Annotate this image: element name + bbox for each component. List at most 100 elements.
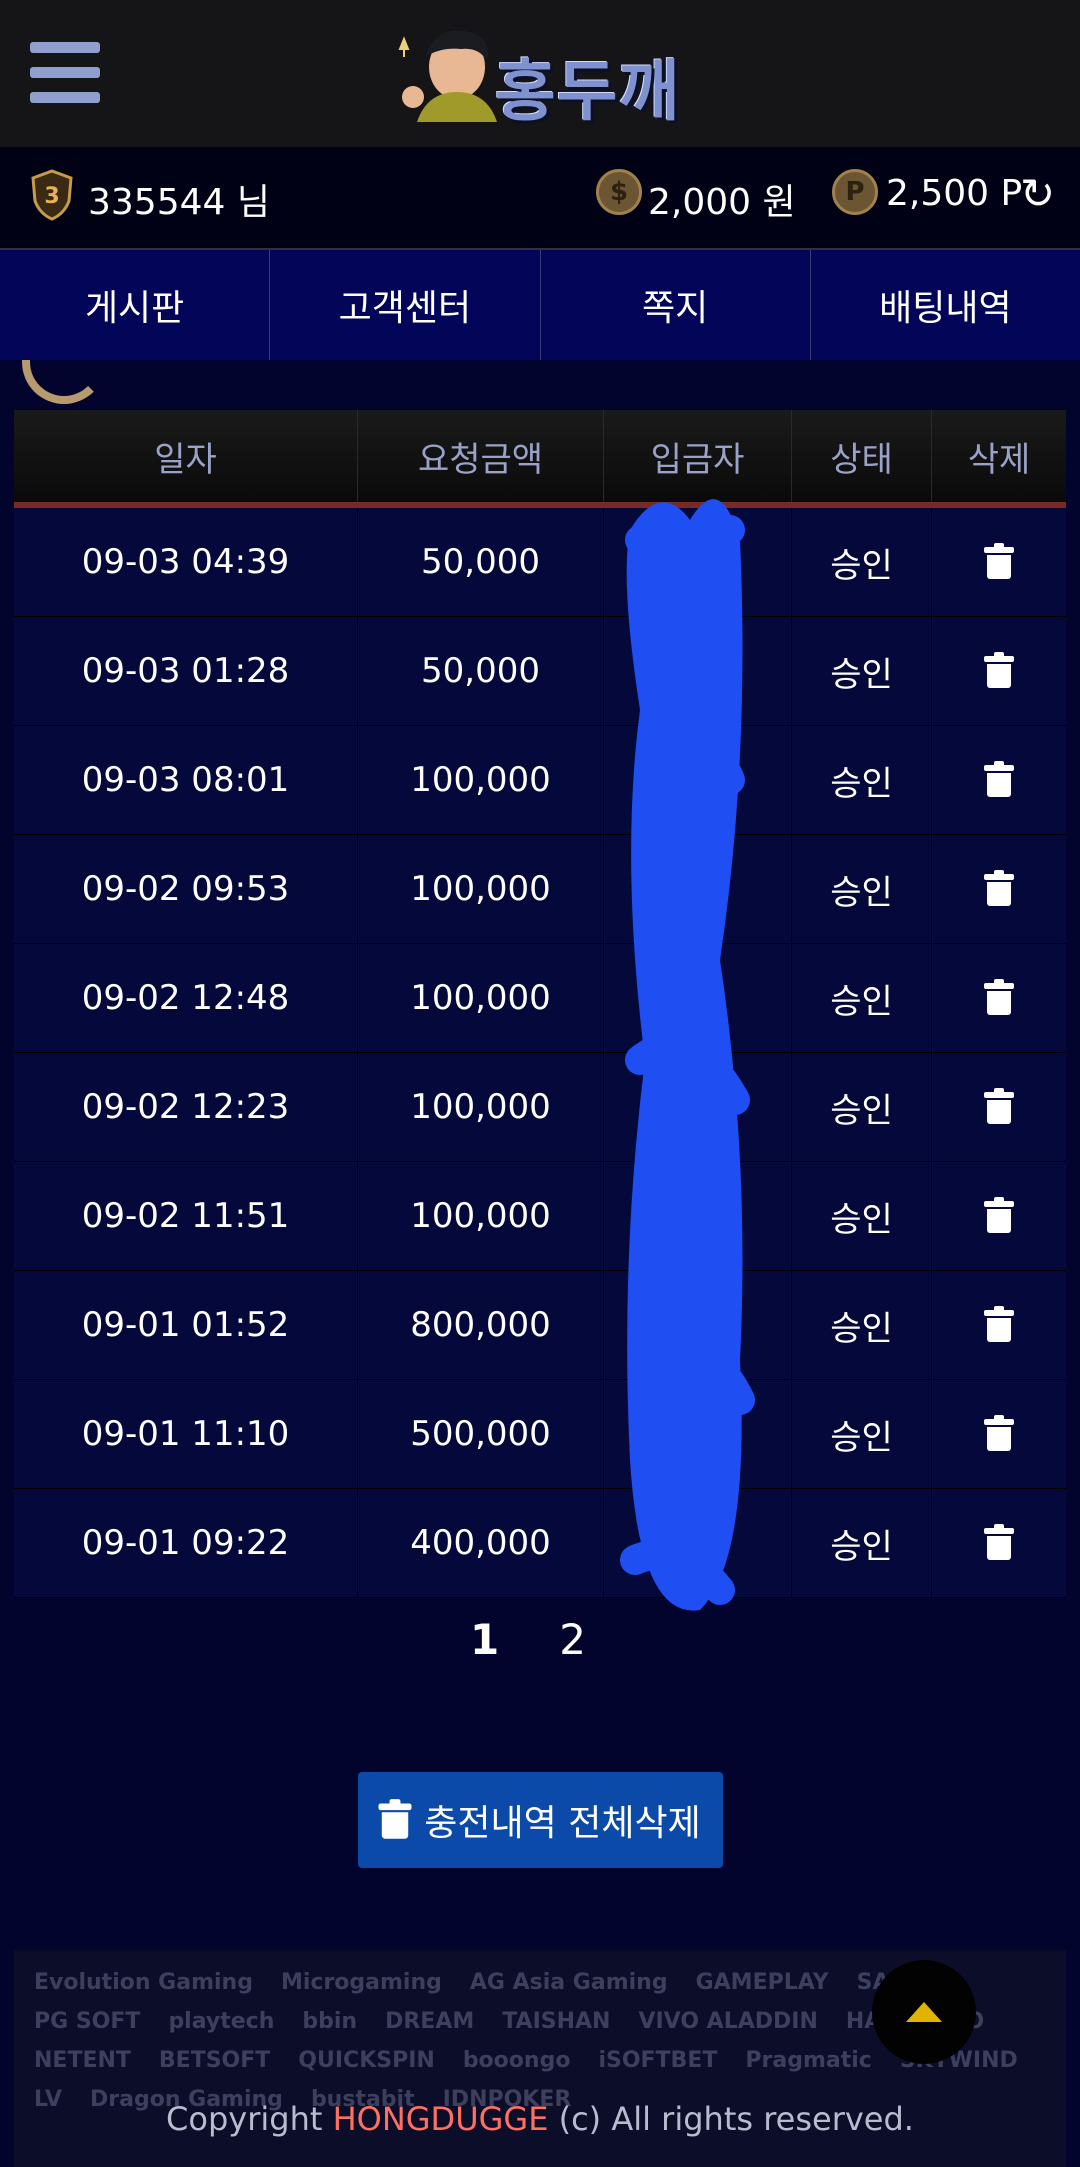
cell-status: 승인 <box>792 1053 932 1161</box>
menu-icon[interactable] <box>30 42 100 104</box>
nav-item-messages[interactable]: 쪽지 <box>541 250 811 360</box>
cell-depositor <box>604 1053 792 1161</box>
cell-date: 09-01 01:52 <box>14 1271 358 1379</box>
money-balance: 2,000 원 <box>648 182 796 223</box>
cell-amount: 100,000 <box>358 1162 604 1270</box>
column-header-date: 일자 <box>14 410 358 502</box>
cell-date: 09-01 11:10 <box>14 1380 358 1488</box>
provider-logo: VIVO ALADDIN <box>638 2009 818 2034</box>
delete-row-trash-icon[interactable] <box>984 1524 1014 1560</box>
delete-row-trash-icon[interactable] <box>984 761 1014 797</box>
provider-logo: iSOFTBET <box>598 2048 718 2073</box>
cell-amount: 100,000 <box>358 944 604 1052</box>
provider-logo: NETENT <box>34 2048 131 2073</box>
scroll-to-top-button[interactable] <box>872 1960 976 2064</box>
section-ring-icon <box>22 360 106 404</box>
point-balance: 2,500 P <box>886 173 1023 214</box>
cell-delete <box>932 1380 1066 1488</box>
table-row: 09-02 12:23 100,000 승인 <box>14 1053 1066 1162</box>
column-header-depositor: 입금자 <box>604 410 792 502</box>
top-header: 홍두깨 <box>0 0 1080 147</box>
provider-logo: bbin <box>302 2009 358 2034</box>
provider-logo: PG SOFT <box>34 2009 141 2034</box>
delete-row-trash-icon[interactable] <box>984 1415 1014 1451</box>
site-logo[interactable]: 홍두깨 <box>385 22 705 130</box>
cell-amount: 100,000 <box>358 1053 604 1161</box>
cell-status: 승인 <box>792 1162 932 1270</box>
provider-logo: QUICKSPIN <box>298 2048 435 2073</box>
cell-amount: 500,000 <box>358 1380 604 1488</box>
svg-text:3: 3 <box>44 184 59 209</box>
cell-status: 승인 <box>792 1489 932 1597</box>
cell-amount: 50,000 <box>358 617 604 725</box>
page-link-1[interactable]: 1 <box>470 1615 499 1664</box>
cell-depositor <box>604 944 792 1052</box>
logo-wordmark: 홍두깨 <box>495 53 681 130</box>
cell-depositor <box>604 726 792 834</box>
cell-status: 승인 <box>792 944 932 1052</box>
cell-delete <box>932 726 1066 834</box>
delete-row-trash-icon[interactable] <box>984 870 1014 906</box>
provider-logo: DREAM <box>385 2009 475 2034</box>
provider-logo: TAISHAN <box>502 2009 611 2034</box>
mascot-logo-icon <box>398 30 497 122</box>
copyright-brand: HONGDUGGE <box>332 2100 549 2138</box>
delete-row-trash-icon[interactable] <box>984 1306 1014 1342</box>
cell-delete <box>932 835 1066 943</box>
delete-row-trash-icon[interactable] <box>984 979 1014 1015</box>
cell-delete <box>932 944 1066 1052</box>
provider-logo: playtech <box>168 2009 275 2034</box>
provider-logo: Pragmatic <box>745 2048 872 2073</box>
table-row: 09-01 11:10 500,000 승인 <box>14 1380 1066 1489</box>
cell-depositor <box>604 617 792 725</box>
cell-delete <box>932 1162 1066 1270</box>
refresh-icon[interactable]: ↻ <box>1020 169 1055 218</box>
cell-depositor <box>604 508 792 616</box>
cell-depositor <box>604 1162 792 1270</box>
main-nav: 게시판 고객센터 쪽지 배팅내역 <box>0 250 1080 360</box>
nav-item-betting-history[interactable]: 배팅내역 <box>811 250 1080 360</box>
copyright: Copyright HONGDUGGE (c) All rights reser… <box>14 2100 1066 2138</box>
cell-status: 승인 <box>792 617 932 725</box>
cell-date: 09-02 09:53 <box>14 835 358 943</box>
cell-delete <box>932 1053 1066 1161</box>
table-row: 09-03 08:01 100,000 승인 <box>14 726 1066 835</box>
nav-item-customer-center[interactable]: 고객센터 <box>270 250 541 360</box>
cell-delete <box>932 617 1066 725</box>
section-title-cutoff <box>22 360 422 410</box>
column-header-amount: 요청금액 <box>358 410 604 502</box>
table-row: 09-01 09:22 400,000 승인 <box>14 1489 1066 1598</box>
column-header-delete: 삭제 <box>967 439 1031 480</box>
cell-amount: 50,000 <box>358 508 604 616</box>
user-info-bar: 3 335544 님 $ 2,000 원 P 2,500 P ↻ <box>0 147 1080 250</box>
delete-row-trash-icon[interactable] <box>984 543 1014 579</box>
username: 335544 님 <box>88 182 270 223</box>
copyright-suffix: (c) All rights reserved. <box>548 2100 914 2138</box>
cell-date: 09-02 12:23 <box>14 1053 358 1161</box>
table-row: 09-03 01:28 50,000 승인 <box>14 617 1066 726</box>
cell-date: 09-02 11:51 <box>14 1162 358 1270</box>
provider-logo: Evolution Gaming <box>34 1970 253 1995</box>
cell-date: 09-03 01:28 <box>14 617 358 725</box>
cell-depositor <box>604 1380 792 1488</box>
page-link-2[interactable]: 2 <box>559 1615 586 1664</box>
delete-row-trash-icon[interactable] <box>984 652 1014 688</box>
cell-status: 승인 <box>792 1271 932 1379</box>
table-row: 09-03 04:39 50,000 승인 <box>14 508 1066 617</box>
cell-amount: 100,000 <box>358 835 604 943</box>
delete-row-trash-icon[interactable] <box>984 1197 1014 1233</box>
nav-item-board[interactable]: 게시판 <box>0 250 271 360</box>
arrow-up-icon <box>906 2002 942 2022</box>
provider-logo: GAMEPLAY <box>695 1970 829 1995</box>
cell-date: 09-03 08:01 <box>14 726 358 834</box>
delete-row-trash-icon[interactable] <box>984 1088 1014 1124</box>
deposit-history-table: 일자 요청금액 입금자 상태 삭제 09-03 04:39 50,000 승인 09-… <box>14 410 1066 1598</box>
delete-all-label: 충전내역 전체삭제 <box>424 1803 701 1844</box>
delete-all-button[interactable]: 충전내역 전체삭제 <box>358 1772 723 1868</box>
page: 홍두깨 3 335544 님 $ 2,000 원 P 2,500 P ↻ 게시판… <box>0 0 1080 2167</box>
copyright-prefix: Copyright <box>166 2100 333 2138</box>
cell-depositor <box>604 1489 792 1597</box>
cell-depositor <box>604 835 792 943</box>
table-row: 09-02 11:51 100,000 승인 <box>14 1162 1066 1271</box>
table-row: 09-02 12:48 100,000 승인 <box>14 944 1066 1053</box>
